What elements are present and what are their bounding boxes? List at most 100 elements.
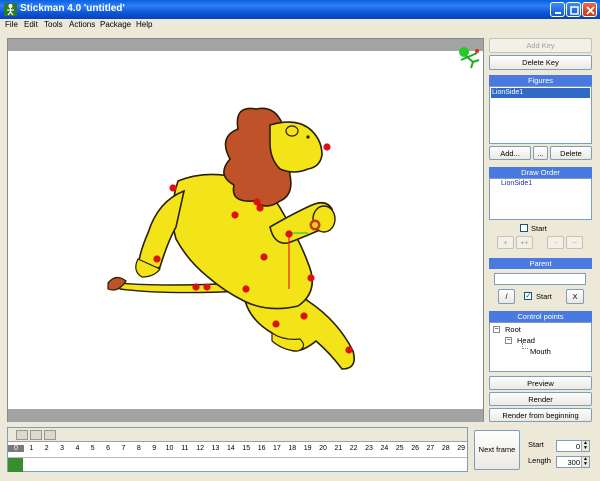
frame-number[interactable]: 15 <box>238 445 254 452</box>
parent-start-checkbox[interactable]: ✓ <box>524 292 532 300</box>
figure-options-button[interactable]: ... <box>533 146 548 160</box>
start-frame-value: 0 <box>575 442 580 451</box>
draw-order-list[interactable]: LionSide1 <box>489 178 592 220</box>
frame-ruler[interactable]: 0 1 2 3 4 5 6 7 8 9 10 11 12 13 14 15 16 17 18 19 20 21 22 23 24… <box>8 445 467 457</box>
menu-file[interactable]: File <box>5 20 18 29</box>
list-item[interactable]: LionSide1 <box>501 180 532 187</box>
order-bottom-button[interactable]: -- <box>566 236 583 249</box>
preview-button[interactable]: Preview <box>489 376 592 390</box>
current-frame-indicator <box>8 458 23 472</box>
frame-number[interactable]: 29 <box>453 445 469 452</box>
start-label: Start <box>528 440 544 449</box>
canvas-bottom-scrollbar[interactable] <box>8 409 483 422</box>
parent-input[interactable] <box>494 273 586 285</box>
order-top-button[interactable]: ++ <box>516 236 533 249</box>
frame-number[interactable]: 8 <box>131 445 147 452</box>
delete-key-button[interactable]: Delete Key <box>489 55 592 70</box>
tree-item-root[interactable]: Root <box>505 325 521 334</box>
parent-start-label: Start <box>536 292 552 301</box>
frame-number[interactable]: 25 <box>392 445 408 452</box>
frame-number[interactable]: 11 <box>177 445 193 452</box>
keyframe-track[interactable] <box>8 428 467 442</box>
draw-order-start-label: Start <box>531 224 547 233</box>
canvas-top-scrollbar[interactable] <box>8 39 483 51</box>
menu-actions[interactable]: Actions <box>69 20 95 29</box>
close-button[interactable] <box>582 2 597 17</box>
clear-parent-button[interactable]: X <box>566 289 584 304</box>
frame-number[interactable]: 6 <box>100 445 116 452</box>
menu-bar: File Edit Tools Actions Package Help <box>0 19 600 32</box>
order-up-button[interactable]: + <box>497 236 514 249</box>
frame-number[interactable]: 13 <box>208 445 224 452</box>
render-button[interactable]: Render <box>489 392 592 406</box>
frame-number[interactable]: 20 <box>315 445 331 452</box>
frame-number[interactable]: 27 <box>422 445 438 452</box>
frame-number[interactable]: 16 <box>254 445 270 452</box>
close-icon <box>586 6 595 15</box>
frame-number[interactable]: 14 <box>223 445 239 452</box>
set-parent-button[interactable]: / <box>498 289 515 304</box>
tree-item-mouth[interactable]: Mouth <box>530 347 551 356</box>
next-frame-button[interactable]: Next frame <box>474 430 520 470</box>
add-key-button[interactable]: Add Key <box>489 38 592 53</box>
expand-head-icon[interactable]: − <box>505 337 512 344</box>
maximize-button[interactable] <box>566 2 581 17</box>
frame-number[interactable]: 2 <box>39 445 55 452</box>
menu-edit[interactable]: Edit <box>24 20 38 29</box>
figures-header: Figures <box>489 75 592 86</box>
frame-number[interactable]: 7 <box>115 445 131 452</box>
list-item[interactable]: LionSide1 <box>491 88 590 98</box>
menu-package[interactable]: Package <box>100 20 131 29</box>
drawing-canvas[interactable] <box>8 47 483 409</box>
draw-order-header: Draw Order <box>489 167 592 178</box>
start-frame-input[interactable]: 0 ▲ ▼ <box>556 440 590 452</box>
frame-number[interactable]: 10 <box>162 445 178 452</box>
frame-number[interactable]: 1 <box>23 445 39 452</box>
figures-list[interactable]: LionSide1 <box>489 86 592 144</box>
minimize-icon <box>555 12 561 14</box>
frame-position-bar[interactable] <box>8 457 467 472</box>
frame-number[interactable]: 28 <box>438 445 454 452</box>
add-figure-button[interactable]: Add... <box>489 146 531 160</box>
frame-number[interactable]: 17 <box>269 445 285 452</box>
keyframe-marker[interactable] <box>44 430 56 440</box>
keyframe-marker[interactable] <box>16 430 28 440</box>
control-points-tree[interactable]: − Root − Head Mouth <box>489 322 592 372</box>
frame-number[interactable]: 9 <box>146 445 162 452</box>
menu-help[interactable]: Help <box>136 20 152 29</box>
canvas-frame <box>7 38 484 422</box>
frame-number[interactable]: 5 <box>85 445 101 452</box>
frame-number[interactable]: 19 <box>300 445 316 452</box>
frame-number[interactable]: 4 <box>69 445 85 452</box>
frame-number[interactable]: 23 <box>361 445 377 452</box>
frame-number[interactable]: 3 <box>54 445 70 452</box>
frame-number[interactable]: 18 <box>284 445 300 452</box>
keyframe-marker[interactable] <box>30 430 42 440</box>
render-from-beginning-button[interactable]: Render from beginning <box>489 408 592 422</box>
frame-number[interactable]: 0 <box>8 445 24 452</box>
draw-order-start-checkbox[interactable] <box>520 224 528 232</box>
length-value: 300 <box>567 458 580 467</box>
order-down-button[interactable]: - <box>547 236 564 249</box>
control-points-header: Control points <box>489 311 592 322</box>
parent-header: Parent <box>489 258 592 269</box>
length-input[interactable]: 300 ▲ ▼ <box>556 456 590 468</box>
length-label: Length <box>528 456 551 465</box>
window-title: Stickman 4.0 'untitled' <box>20 3 125 14</box>
frame-number[interactable]: 26 <box>407 445 423 452</box>
minimize-button[interactable] <box>550 2 565 17</box>
frame-number[interactable]: 21 <box>330 445 346 452</box>
tree-connector <box>522 343 528 349</box>
lion-figure[interactable] <box>8 51 483 409</box>
start-spinner-arrows[interactable]: ▲ ▼ <box>581 441 589 451</box>
length-spinner-arrows[interactable]: ▲ ▼ <box>581 457 589 467</box>
frame-number[interactable]: 24 <box>376 445 392 452</box>
delete-figure-button[interactable]: Delete <box>550 146 592 160</box>
stickman-app-icon <box>4 3 17 16</box>
expand-root-icon[interactable]: − <box>493 326 500 333</box>
timeline[interactable]: 0 1 2 3 4 5 6 7 8 9 10 11 12 13 14 15 16 17 18 19 20 21 22 23 24… <box>7 427 468 472</box>
frame-number[interactable]: 12 <box>192 445 208 452</box>
menu-tools[interactable]: Tools <box>44 20 63 29</box>
maximize-icon <box>570 6 579 15</box>
frame-number[interactable]: 22 <box>346 445 362 452</box>
